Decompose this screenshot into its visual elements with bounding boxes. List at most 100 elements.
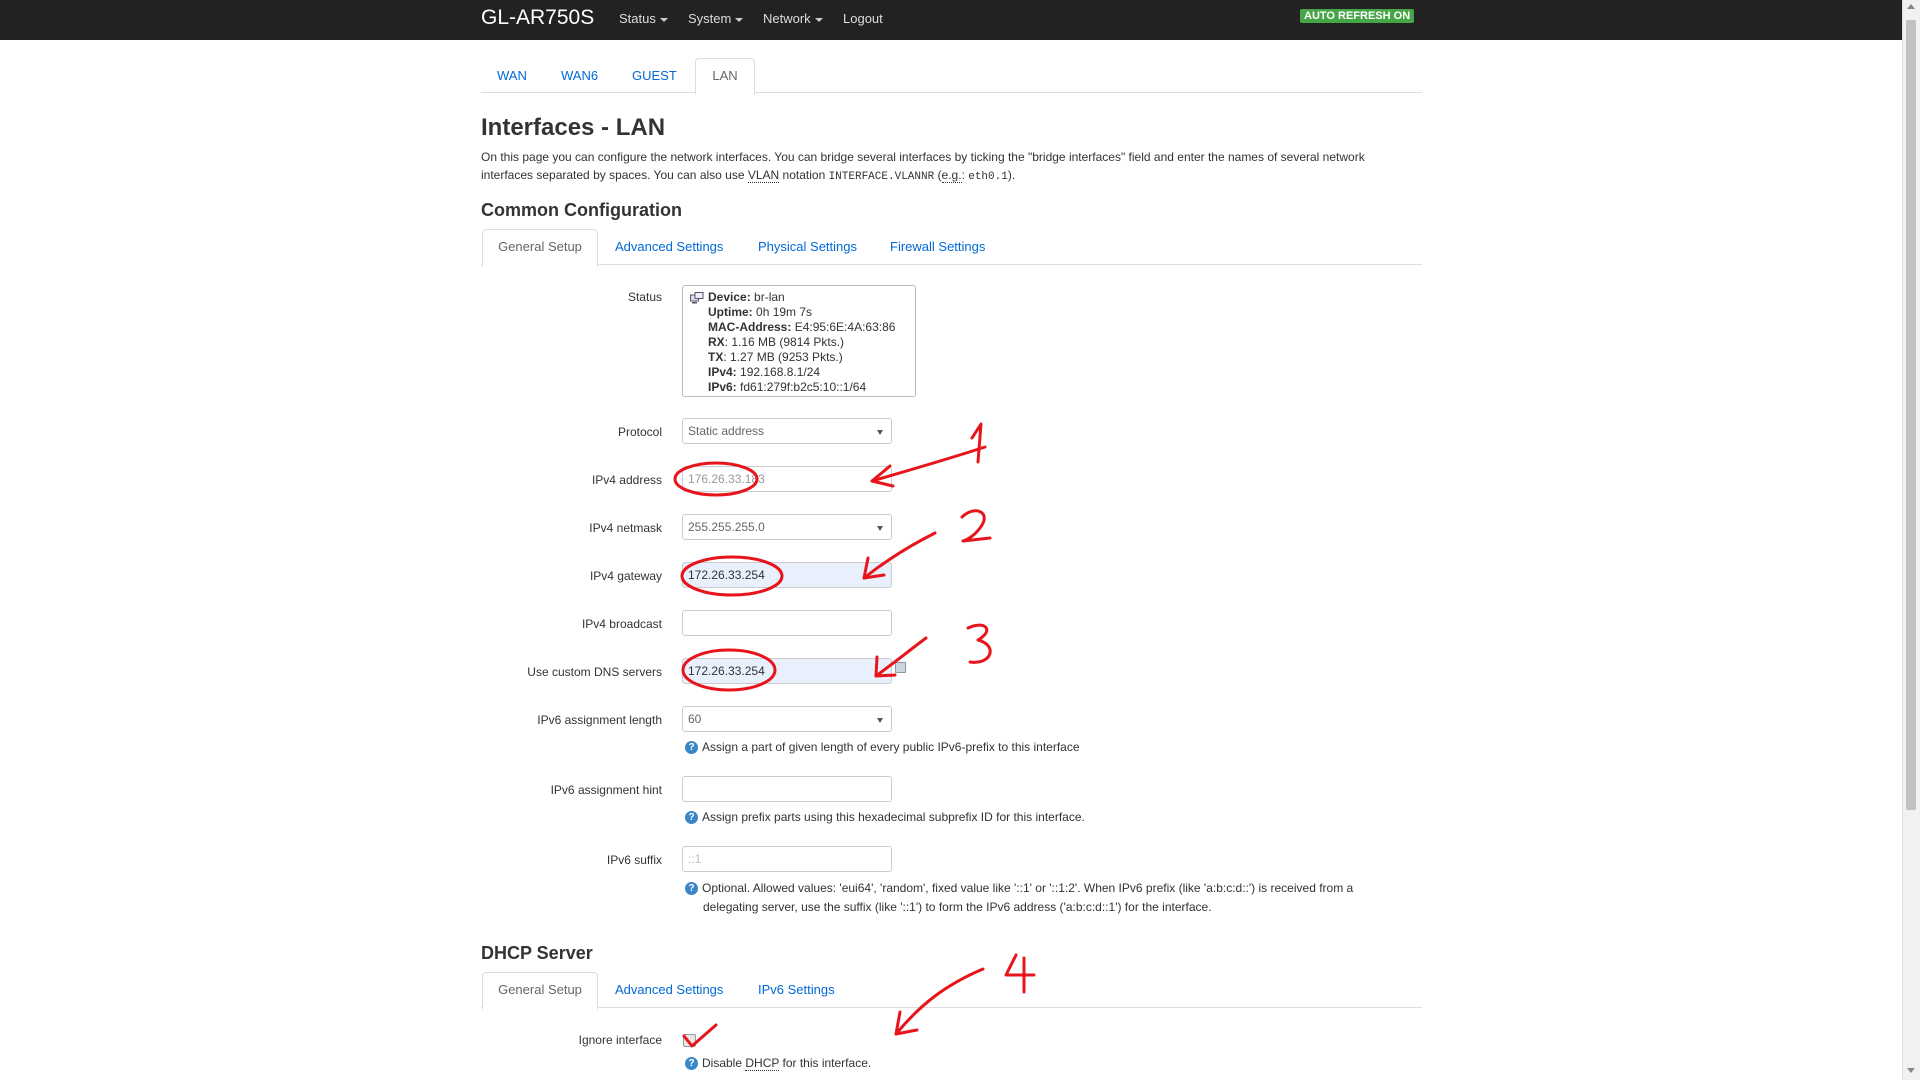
ignore-interface-label: Ignore interface <box>578 1033 662 1047</box>
dhcp-tabs-divider <box>481 1007 1422 1008</box>
tab-guest[interactable]: GUEST <box>632 68 677 83</box>
status-uptime: Uptime: 0h 19m 7s <box>708 305 813 319</box>
ipv6-suffix-placeholder: ::1 <box>688 852 702 866</box>
description-text: ). <box>1007 168 1016 182</box>
dhcp-tab-general-setup[interactable]: General Setup <box>482 972 598 1010</box>
scroll-up-arrow-icon[interactable] <box>1907 4 1915 9</box>
hint-text: Disable <box>702 1056 746 1070</box>
ipv6-suffix-hint: ? Optional. Allowed values: 'eui64', 'ran… <box>685 879 1415 898</box>
top-navbar: GL-AR750S Status System Network Logout A… <box>0 0 1902 40</box>
chevron-down-icon <box>735 17 744 22</box>
tab-wan6[interactable]: WAN6 <box>561 68 598 83</box>
network-device-icon <box>690 292 704 304</box>
hint-text: for this interface. <box>779 1056 872 1070</box>
menu-network-label: Network <box>763 11 811 26</box>
ipv6-suffix-hint-line2: delegating server, use the suffix (like … <box>703 900 1212 914</box>
brand-logo[interactable]: GL-AR750S <box>481 6 594 30</box>
ipv6-suffix-label: IPv6 suffix <box>606 853 662 867</box>
annotation-numeral-3 <box>966 623 992 664</box>
ipv4-address-input[interactable]: 176.26.33.183 <box>682 466 892 492</box>
menu-status[interactable]: Status <box>619 11 668 26</box>
ipv6-assign-length-select[interactable]: 60 <box>682 706 892 732</box>
protocol-label: Protocol <box>617 425 662 439</box>
status-mac: MAC-Address: E4:95:6E:4A:63:86 <box>708 320 896 334</box>
tab-wan[interactable]: WAN <box>497 68 527 83</box>
help-icon: ? <box>685 741 698 755</box>
auto-refresh-badge[interactable]: AUTO REFRESH ON <box>1300 9 1415 23</box>
ipv4-address-value: 176.26.33.183 <box>688 472 765 486</box>
help-icon: ? <box>685 1057 698 1071</box>
custom-dns-input[interactable]: 172.26.33.254 <box>682 658 892 684</box>
ipv4-address-label: IPv4 address <box>591 473 662 487</box>
ipv6-assign-length-label: IPv6 assignment length <box>537 713 662 727</box>
menu-logout[interactable]: Logout <box>843 11 883 26</box>
dhcp-abbr: DHCP <box>745 1056 780 1071</box>
ipv6-assign-length-value: 60 <box>688 712 702 726</box>
ignore-interface-checkbox[interactable] <box>683 1034 696 1047</box>
ipv6-assign-hint-input[interactable] <box>682 776 892 802</box>
annotation-numeral-4-a <box>1004 953 1036 977</box>
tab-lan[interactable]: LAN <box>695 58 755 95</box>
help-icon: ? <box>685 811 698 825</box>
hint-text: Optional. Allowed values: 'eui64', 'rand… <box>702 881 1354 895</box>
vlan-code: INTERFACE.VLANNR <box>828 171 935 183</box>
annotation-arrow-4 <box>894 967 985 1036</box>
dropdown-arrow-icon <box>877 718 883 723</box>
annotation-numeral-2 <box>960 509 992 543</box>
menu-system[interactable]: System <box>688 11 744 26</box>
ipv4-netmask-value: 255.255.255.0 <box>688 520 765 534</box>
page-title: Interfaces - LAN <box>481 114 666 141</box>
common-config-tabs-divider <box>481 264 1422 265</box>
custom-dns-value: 172.26.33.254 <box>688 664 765 678</box>
ipv4-netmask-label: IPv4 netmask <box>589 521 662 535</box>
dhcp-server-heading: DHCP Server <box>481 943 593 963</box>
tab-advanced-settings[interactable]: Advanced Settings <box>615 239 723 254</box>
chevron-down-icon <box>814 17 823 22</box>
description-text: notation <box>779 168 829 182</box>
dhcp-tab-advanced-settings[interactable]: Advanced Settings <box>615 982 723 997</box>
ipv4-broadcast-label: IPv4 broadcast <box>581 617 662 631</box>
description-text: ( <box>934 168 942 182</box>
ipv6-assign-hint-hint: ? Assign prefix parts using this hexadeci… <box>685 808 1085 827</box>
ipv4-gateway-input[interactable]: 172.26.33.254 <box>682 562 892 588</box>
hint-text: Assign a part of given length of every p… <box>702 740 1080 754</box>
protocol-select[interactable]: Static address <box>682 418 892 444</box>
tab-general-setup[interactable]: General Setup <box>482 229 598 267</box>
interface-tabs-divider <box>481 92 1422 93</box>
chevron-down-icon <box>659 17 668 22</box>
common-config-heading: Common Configuration <box>481 200 682 220</box>
scroll-down-arrow-icon[interactable] <box>1907 1068 1915 1073</box>
hint-text: Assign prefix parts using this hexadecim… <box>702 810 1085 824</box>
ipv4-broadcast-input[interactable] <box>682 610 892 636</box>
dropdown-arrow-icon <box>877 430 883 435</box>
menu-network[interactable]: Network <box>763 11 823 26</box>
ignore-interface-hint: ? Disable DHCP for this interface. <box>685 1054 871 1073</box>
tab-firewall-settings[interactable]: Firewall Settings <box>890 239 985 254</box>
annotation-numeral-1 <box>970 422 983 464</box>
add-dns-entry-icon[interactable] <box>895 662 906 673</box>
protocol-value: Static address <box>688 424 765 438</box>
tab-physical-settings[interactable]: Physical Settings <box>758 239 857 254</box>
ipv4-gateway-value: 172.26.33.254 <box>688 568 765 582</box>
status-device: Device: br-lan <box>708 290 785 304</box>
menu-status-label: Status <box>619 11 656 26</box>
dropdown-arrow-icon <box>877 526 883 531</box>
status-panel: Device: br-lan Uptime: 0h 19m 7s MAC-Add… <box>682 285 916 397</box>
help-icon: ? <box>685 882 698 896</box>
ipv6-assign-length-hint: ? Assign a part of given length of every … <box>685 738 1080 757</box>
page-description: On this page you can configure the netwo… <box>481 148 1411 186</box>
eg-abbr: e.g. <box>941 168 962 183</box>
ipv6-suffix-input[interactable]: ::1 <box>682 846 892 872</box>
eg-code: eth0.1 <box>968 171 1008 183</box>
status-ipv6: IPv6: fd61:279f:b2c5:10::1/64 <box>708 380 867 394</box>
scrollbar-thumb[interactable] <box>1906 20 1916 810</box>
status-rx: RX: 1.16 MB (9814 Pkts.) <box>708 335 845 349</box>
ipv4-netmask-select[interactable]: 255.255.255.0 <box>682 514 892 540</box>
status-tx: TX: 1.27 MB (9253 Pkts.) <box>708 350 843 364</box>
status-ipv4: IPv4: 192.168.8.1/24 <box>708 365 821 379</box>
vlan-abbr: VLAN <box>747 168 780 183</box>
annotation-arrowhead-4 <box>894 1010 919 1036</box>
dhcp-tab-ipv6-settings[interactable]: IPv6 Settings <box>758 982 835 997</box>
status-label: Status <box>627 290 662 304</box>
ipv6-assign-hint-label: IPv6 assignment hint <box>550 783 662 797</box>
